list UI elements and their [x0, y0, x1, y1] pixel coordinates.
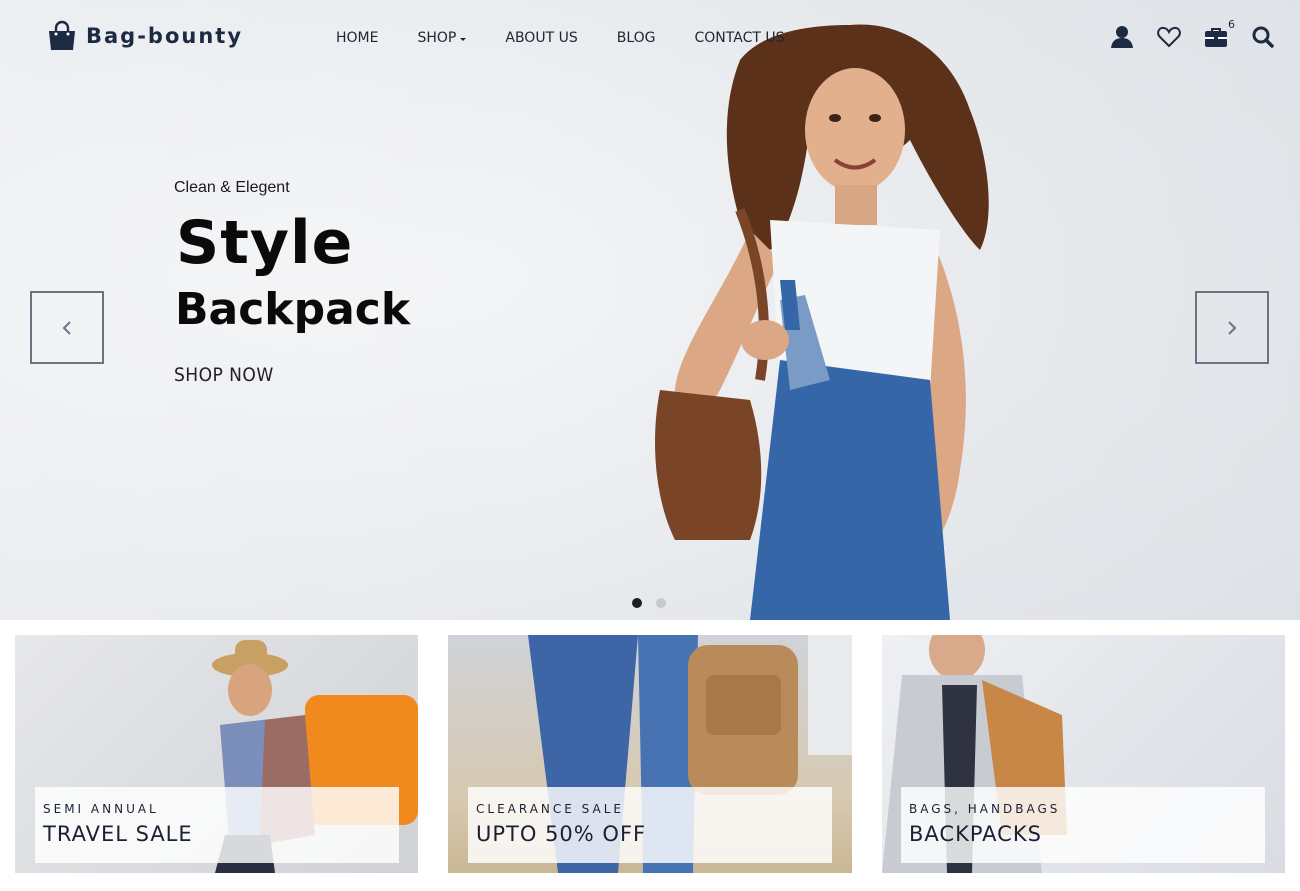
banner-backpacks[interactable]: BAGS, HANDBAGS BACKPACKS — [882, 635, 1285, 873]
chevron-left-icon — [62, 320, 71, 335]
shopping-bag-icon — [49, 20, 75, 50]
slider-prev-button[interactable] — [30, 291, 104, 364]
banner-kicker: SEMI ANNUAL — [43, 802, 159, 816]
header-icons: 6 — [1088, 18, 1276, 50]
account-button[interactable] — [1109, 24, 1135, 50]
slider-dot-2[interactable] — [656, 598, 666, 608]
user-icon — [1111, 26, 1133, 48]
nav-home-label: HOME — [336, 30, 379, 46]
heart-icon — [1157, 26, 1181, 48]
hero-headline-backpack: Backpack — [175, 284, 411, 335]
search-button[interactable] — [1250, 24, 1276, 50]
main-nav: HOME SHOP ABOUT US BLOG CONTACT US — [336, 30, 823, 46]
banner-label: SEMI ANNUAL TRAVEL SALE — [35, 787, 399, 863]
banner-title: TRAVEL SALE — [43, 822, 193, 846]
briefcase-cart-icon — [1205, 28, 1227, 47]
banner-label: BAGS, HANDBAGS BACKPACKS — [901, 787, 1265, 863]
cart-count-badge: 6 — [1228, 18, 1235, 31]
wishlist-button[interactable] — [1156, 24, 1182, 50]
banner-clearance-sale[interactable]: CLEARANCE SALE UPTO 50% OFF — [448, 635, 852, 873]
banner-title: BACKPACKS — [909, 822, 1042, 846]
shop-now-link[interactable]: SHOP NOW — [174, 364, 274, 386]
search-icon — [1252, 26, 1274, 48]
slider-dot-1[interactable] — [632, 598, 642, 608]
nav-contact-us[interactable]: CONTACT US — [695, 30, 785, 46]
nav-blog[interactable]: BLOG — [617, 30, 656, 46]
logo[interactable]: Bag-bounty — [46, 20, 243, 52]
nav-contact-label: CONTACT US — [694, 30, 785, 46]
banner-travel-sale[interactable]: SEMI ANNUAL TRAVEL SALE — [15, 635, 418, 873]
hero-subtitle: Clean & Elegent — [174, 179, 290, 196]
site-header: Bag-bounty HOME SHOP ABOUT US BLOG CONTA… — [0, 0, 1300, 78]
caret-down-icon — [460, 37, 467, 41]
hero-headline-style: Style — [176, 208, 354, 278]
banner-label: CLEARANCE SALE UPTO 50% OFF — [468, 787, 832, 863]
banner-kicker: BAGS, HANDBAGS — [909, 802, 1061, 816]
nav-about-us[interactable]: ABOUT US — [505, 30, 577, 46]
nav-about-label: ABOUT US — [505, 30, 578, 46]
nav-blog-label: BLOG — [616, 30, 656, 46]
hero-model-image — [655, 24, 989, 620]
chevron-right-icon — [1228, 320, 1237, 335]
nav-shop[interactable]: SHOP — [417, 30, 467, 46]
slider-next-button[interactable] — [1195, 291, 1269, 364]
nav-shop-label: SHOP — [417, 30, 457, 46]
banner-kicker: CLEARANCE SALE — [476, 802, 624, 816]
cart-button[interactable]: 6 — [1203, 18, 1235, 50]
brand-name: Bag-bounty — [86, 24, 244, 48]
nav-home[interactable]: HOME — [336, 30, 378, 46]
banner-title: UPTO 50% OFF — [476, 822, 647, 846]
slider-pagination — [632, 598, 666, 608]
